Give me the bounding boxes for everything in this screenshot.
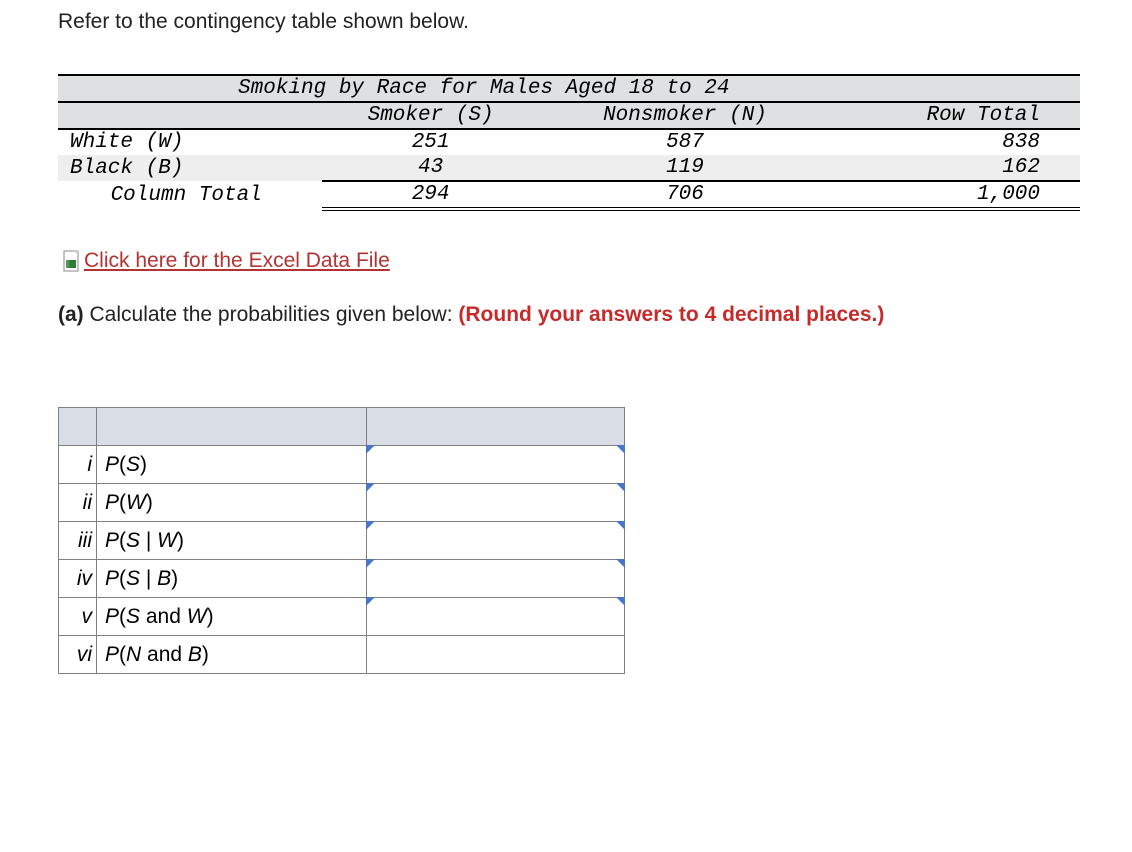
row-white-label: White (W) (58, 129, 322, 155)
row-num-vi: vi (77, 643, 92, 666)
answer-header-blank3 (367, 408, 625, 446)
prob-label-psandw: P(S and W) (97, 598, 367, 636)
answer-input-vi[interactable] (367, 636, 624, 673)
part-a-rounding-note: (Round your answers to 4 decimal places.… (458, 303, 884, 326)
row-num-iii: iii (78, 529, 92, 552)
row-black-label: Black (B) (58, 155, 322, 181)
answer-table: i P(S) ii P(W) iii P(S | W) iv P(S | B) (58, 407, 625, 674)
answer-header-blank2 (97, 408, 367, 446)
answer-input-iv[interactable] (367, 560, 624, 597)
contingency-title: Smoking by Race for Males Aged 18 to 24 (58, 75, 1080, 102)
row-black-nonsmoker: 119 (547, 155, 831, 181)
prob-label-psw: P(S | W) (97, 522, 367, 560)
excel-file-icon (62, 250, 82, 272)
row-num-v: v (82, 605, 93, 628)
answer-header-blank1 (59, 408, 97, 446)
prob-label-psb: P(S | B) (97, 560, 367, 598)
prob-label-ps: P(S) (97, 446, 367, 484)
header-smoker: Smoker (S) (322, 102, 547, 129)
contingency-table: Smoking by Race for Males Aged 18 to 24 … (58, 74, 1080, 211)
row-white-smoker: 251 (322, 129, 547, 155)
excel-data-file-link[interactable]: Click here for the Excel Data File (84, 249, 390, 273)
column-total-label: Column Total (58, 181, 322, 209)
column-total-nonsmoker: 706 (547, 181, 831, 209)
column-total-smoker: 294 (322, 181, 547, 209)
row-num-i: i (87, 453, 92, 476)
part-a-label: (a) (58, 303, 84, 326)
part-a-instruction: (a) Calculate the probabilities given be… (58, 303, 1088, 327)
header-nonsmoker: Nonsmoker (N) (547, 102, 831, 129)
grand-total: 1,000 (831, 181, 1080, 209)
question-intro: Refer to the contingency table shown bel… (58, 10, 1088, 34)
row-white-nonsmoker: 587 (547, 129, 831, 155)
part-a-text: Calculate the probabilities given below: (84, 303, 459, 326)
answer-input-i[interactable] (367, 446, 624, 483)
row-num-iv: iv (77, 567, 92, 590)
header-rowtotal: Row Total (831, 102, 1080, 129)
row-white-total: 838 (831, 129, 1080, 155)
prob-label-pw: P(W) (97, 484, 367, 522)
answer-input-ii[interactable] (367, 484, 624, 521)
header-blank (58, 102, 322, 129)
prob-label-pnandb: P(N and B) (97, 636, 367, 674)
row-black-total: 162 (831, 155, 1080, 181)
answer-input-v[interactable] (367, 598, 624, 635)
row-black-smoker: 43 (322, 155, 547, 181)
answer-input-iii[interactable] (367, 522, 624, 559)
row-num-ii: ii (83, 491, 92, 514)
